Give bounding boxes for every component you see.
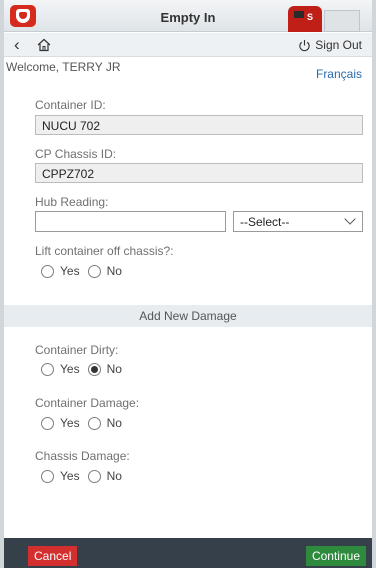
damage-no-label: No — [106, 416, 122, 430]
container-id-label: Container ID: — [35, 98, 106, 112]
language-link[interactable]: Français — [316, 67, 362, 81]
chassis-yes-radio[interactable] — [41, 469, 54, 483]
train-banner-image — [276, 0, 362, 32]
chevron-down-icon — [344, 213, 356, 225]
chassis-no-radio[interactable] — [87, 469, 101, 483]
lift-no-radio[interactable] — [87, 264, 101, 278]
container-damage-radio-group: Yes No — [41, 416, 130, 430]
container-damage-label: Container Damage: — [35, 396, 140, 410]
dirty-yes-radio[interactable] — [41, 362, 54, 376]
damage-yes-radio[interactable] — [41, 416, 54, 430]
chassis-damage-radio-group: Yes No — [41, 469, 130, 483]
hub-unit-select[interactable]: --Select-- — [233, 211, 363, 232]
lift-yes-label: Yes — [60, 264, 80, 278]
lift-container-label: Lift container off chassis?: — [35, 244, 174, 258]
damage-no-radio[interactable] — [87, 416, 101, 430]
lift-yes-radio[interactable] — [41, 264, 54, 278]
hub-unit-selected: --Select-- — [240, 215, 290, 229]
app-header: Empty In — [4, 0, 372, 32]
chassis-id-field: CPPZ702 — [35, 163, 363, 183]
lift-no-label: No — [106, 264, 122, 278]
footer-bar: Cancel Continue — [4, 538, 372, 568]
toolbar: ‹ Sign Out — [4, 33, 372, 57]
container-dirty-radio-group: Yes No — [41, 362, 130, 376]
power-icon — [299, 39, 310, 51]
chassis-damage-label: Chassis Damage: — [35, 449, 130, 463]
continue-button[interactable]: Continue — [305, 546, 366, 566]
chassis-id-label: CP Chassis ID: — [35, 147, 117, 161]
hub-reading-input[interactable] — [35, 211, 226, 232]
sign-out-button[interactable]: Sign Out — [298, 38, 362, 52]
cancel-button[interactable]: Cancel — [28, 546, 78, 566]
lift-container-radio-group: Yes No — [41, 264, 130, 278]
dirty-yes-label: Yes — [60, 362, 80, 376]
chassis-no-label: No — [106, 469, 122, 483]
back-chevron-icon[interactable]: ‹ — [14, 36, 20, 53]
dirty-no-label: No — [106, 362, 122, 376]
hub-reading-label: Hub Reading: — [35, 195, 109, 209]
dirty-no-radio[interactable] — [87, 362, 101, 376]
sign-out-label: Sign Out — [315, 38, 362, 52]
container-id-field: NUCU 702 — [35, 115, 363, 135]
home-icon[interactable] — [36, 37, 52, 53]
add-new-damage-header: Add New Damage — [4, 305, 372, 327]
app-frame: Empty In ‹ Sign Out Welcome, TERRY JR Fr… — [0, 0, 376, 568]
welcome-text: Welcome, TERRY JR — [6, 60, 121, 74]
damage-yes-label: Yes — [60, 416, 80, 430]
container-dirty-label: Container Dirty: — [35, 343, 119, 357]
chassis-yes-label: Yes — [60, 469, 80, 483]
